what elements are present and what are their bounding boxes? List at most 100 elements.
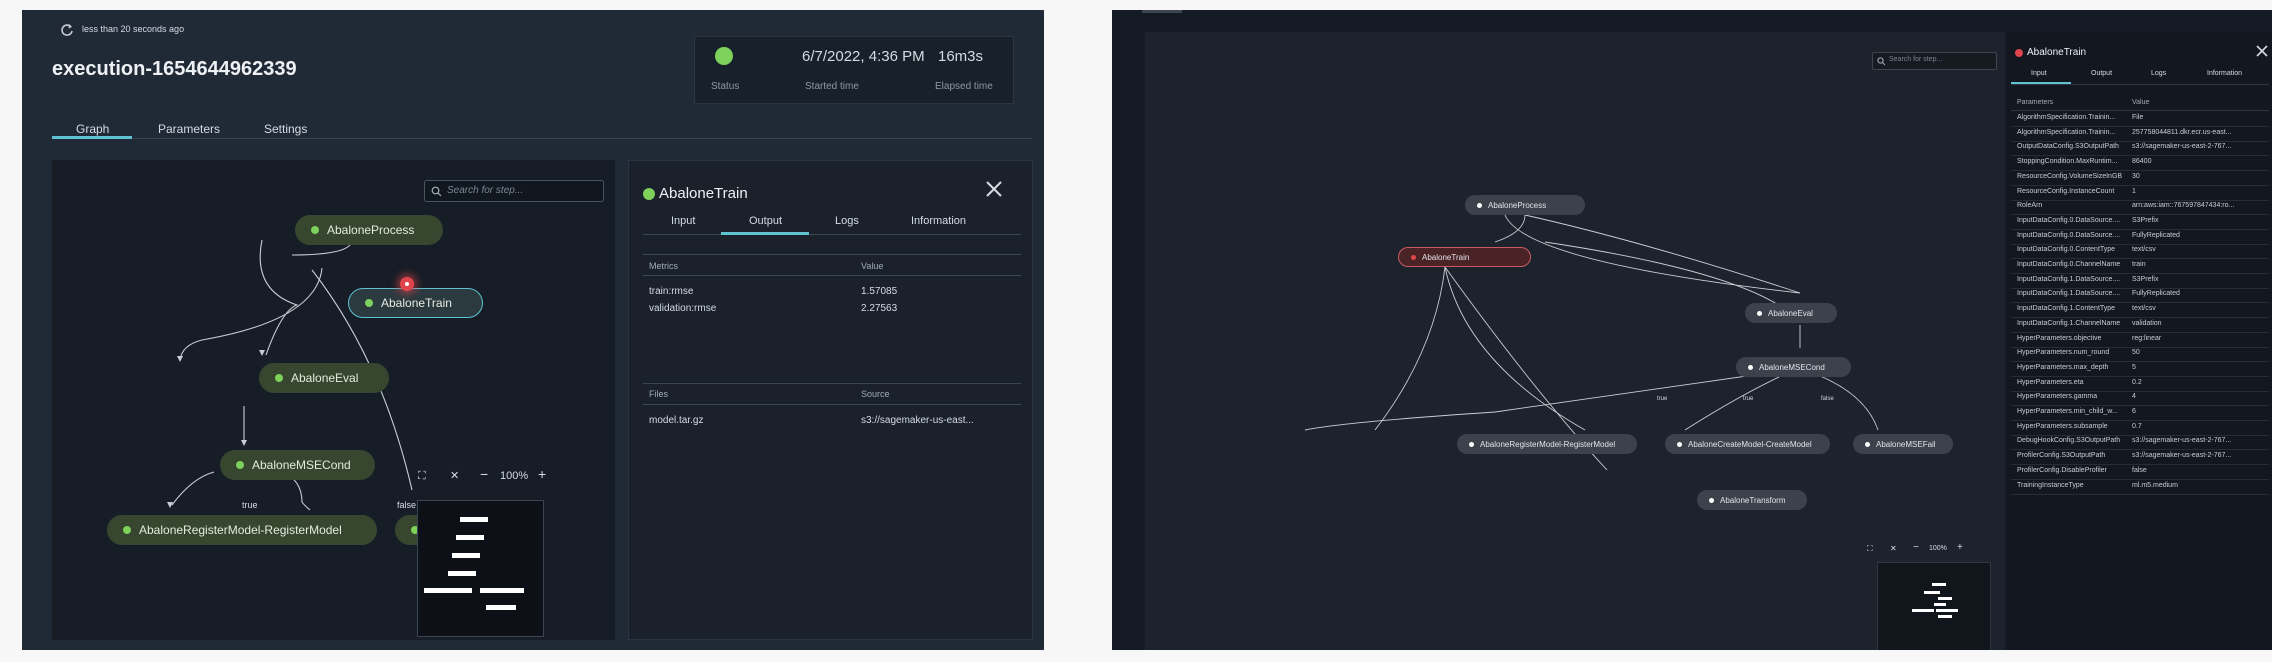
parameter-name: InputDataConfig.1.ChannelName <box>2017 319 2121 327</box>
parameter-value: false <box>2132 466 2147 474</box>
parameter-value: 257758044811.dkr.ecr.us-east... <box>2132 128 2232 136</box>
graph-canvas[interactable]: Search for step... AbaloneProcess Abalon… <box>1145 32 2005 650</box>
node-label: AbaloneMSECond <box>1759 362 1825 372</box>
table-row: HyperParameters.min_child_w... 6 <box>2011 406 2269 421</box>
tabs-divider <box>52 138 1032 139</box>
node-abalone-transform[interactable]: AbaloneTransform <box>1697 490 1807 510</box>
failed-dot-icon <box>1411 254 1416 260</box>
status-dot-icon <box>1469 441 1474 447</box>
table-row: TrainingInstanceType ml.m5.medium <box>2011 480 2269 495</box>
detail-tab-information[interactable]: Information <box>911 215 966 227</box>
collapse-icon[interactable]: ✕ <box>1890 544 1897 553</box>
close-icon[interactable] <box>2255 44 2269 63</box>
parameter-name: HyperParameters.subsample <box>2017 422 2108 430</box>
metric-value: 1.57085 <box>861 286 898 297</box>
elapsed-time-value: 16m3s <box>938 48 984 65</box>
graph-minimap[interactable] <box>1877 562 1991 650</box>
node-abalone-msecond[interactable]: AbaloneMSECond <box>220 450 375 480</box>
parameter-value: ml.m5.medium <box>2132 481 2178 489</box>
zoom-level: 100% <box>500 470 529 482</box>
tab-settings[interactable]: Settings <box>264 122 307 136</box>
zoom-in-button[interactable]: + <box>538 466 546 482</box>
node-abalone-mse-fail[interactable]: AbaloneMSEFail <box>1853 434 1953 454</box>
fit-view-icon[interactable]: ⛶ <box>1867 544 1873 554</box>
node-abalone-train-failed[interactable]: AbaloneTrain <box>1398 247 1531 267</box>
metric-name: train:rmse <box>649 286 694 297</box>
metric-name: validation:rmse <box>649 303 717 314</box>
parameter-value: 4 <box>2132 393 2136 401</box>
table-row: ProfilerConfig.DisableProfiler false <box>2011 465 2269 480</box>
zoom-out-button[interactable]: − <box>480 466 488 482</box>
parameter-value: 5 <box>2132 363 2136 371</box>
node-abalone-create-model[interactable]: AbaloneCreateModel-CreateModel <box>1665 434 1830 454</box>
node-label: AbaloneTrain <box>1422 252 1470 262</box>
status-dot-icon <box>1709 497 1714 503</box>
node-abalone-train[interactable]: AbaloneTrain <box>348 288 483 318</box>
execution-title: execution-1654644962339 <box>52 58 297 80</box>
table-row: InputDataConfig.0.DataSource.... FullyRep… <box>2011 230 2269 245</box>
node-label: AbaloneProcess <box>1488 200 1547 210</box>
node-label: AbaloneCreateModel-CreateModel <box>1688 439 1812 449</box>
detail-tab-logs[interactable]: Logs <box>2151 70 2166 77</box>
step-search-input[interactable]: Search for step... <box>424 180 604 202</box>
search-icon <box>1877 57 1886 66</box>
parameter-name: HyperParameters.objective <box>2017 334 2102 342</box>
fit-view-icon[interactable]: ⛶ <box>418 470 426 483</box>
edge-label-true: true <box>242 500 258 510</box>
parameter-value: File <box>2132 114 2144 121</box>
refresh-icon[interactable] <box>60 23 74 42</box>
step-search-input[interactable]: Search for step... <box>1872 52 1997 70</box>
parameter-name: InputDataConfig.0.DataSource.... <box>2017 231 2121 239</box>
parameter-value: arn:aws:iam::767597847434:ro... <box>2132 202 2235 210</box>
started-time-value: 6/7/2022, 4:36 PM <box>802 48 925 65</box>
table-row: AlgorithmSpecification.Trainin... 2577580… <box>2011 127 2269 142</box>
detail-tab-input[interactable]: Input <box>671 215 695 227</box>
node-label: AbaloneTransform <box>1720 495 1786 505</box>
detail-tab-output[interactable]: Output <box>2091 70 2112 77</box>
parameter-value: text/csv <box>2132 246 2156 254</box>
table-row: OutputDataConfig.S3OutputPath s3://sagema… <box>2011 141 2269 157</box>
node-abalone-eval[interactable]: AbaloneEval <box>1745 303 1837 323</box>
parameter-name: InputDataConfig.0.ContentType <box>2017 246 2116 254</box>
node-abalone-eval[interactable]: AbaloneEval <box>259 363 389 393</box>
edge-label-false: false <box>397 500 417 510</box>
metrics-header-rule <box>643 254 1021 255</box>
parameter-name: StoppingCondition.MaxRuntim... <box>2017 158 2118 166</box>
node-label: AbaloneEval <box>1768 308 1813 318</box>
file-source-link[interactable]: s3://sagemaker-us-east... <box>861 415 974 426</box>
parameter-value: FullyReplicated <box>2132 231 2180 239</box>
source-header: Source <box>861 389 890 399</box>
node-abalone-register-model[interactable]: AbaloneRegisterModel-RegisterModel <box>1457 434 1637 454</box>
node-abalone-process[interactable]: AbaloneProcess <box>295 215 443 245</box>
node-label: AbaloneMSECond <box>252 458 351 472</box>
node-abalone-msecond[interactable]: AbaloneMSECond <box>1736 357 1851 377</box>
close-icon[interactable] <box>984 179 1004 204</box>
parameter-value: text/csv <box>2132 305 2156 313</box>
node-abalone-process[interactable]: AbaloneProcess <box>1465 195 1585 215</box>
top-tab-hint <box>1142 10 1182 13</box>
parameter-name: AlgorithmSpecification.Trainin... <box>2017 114 2116 121</box>
zoom-out-button[interactable]: − <box>1913 542 1919 553</box>
zoom-in-button[interactable]: + <box>1957 542 1963 553</box>
tab-graph[interactable]: Graph <box>76 122 109 136</box>
node-abalone-register-model[interactable]: AbaloneRegisterModel-RegisterModel <box>107 515 377 545</box>
detail-tab-output[interactable]: Output <box>749 215 782 227</box>
table-row: DebugHookConfig.S3OutputPath s3://sagemak… <box>2011 435 2269 451</box>
detail-tab-information[interactable]: Information <box>2207 70 2242 77</box>
graph-edges <box>1304 214 1879 471</box>
collapse-icon[interactable]: ✕ <box>450 469 459 482</box>
parameter-name: TrainingInstanceType <box>2017 481 2084 489</box>
right-screenshot: Search for step... AbaloneProcess Abalon… <box>1112 10 2272 650</box>
graph-minimap[interactable] <box>417 500 544 637</box>
detail-tab-logs[interactable]: Logs <box>835 215 859 227</box>
parameter-value: s3://sagemaker-us-east-2-767... <box>2132 452 2232 460</box>
table-row: InputDataConfig.0.DataSource.... S3Prefix <box>2011 215 2269 230</box>
parameter-name: HyperParameters.eta <box>2017 378 2084 386</box>
file-name: model.tar.gz <box>649 415 704 426</box>
parameter-value: FullyReplicated <box>2132 290 2180 298</box>
detail-tabs-divider <box>643 234 1021 235</box>
tab-parameters[interactable]: Parameters <box>158 122 220 136</box>
detail-tab-input[interactable]: Input <box>2031 70 2047 77</box>
parameter-name: RoleArn <box>2017 202 2043 210</box>
graph-canvas[interactable]: Search for step... AbaloneProcess Abalon… <box>52 160 615 640</box>
